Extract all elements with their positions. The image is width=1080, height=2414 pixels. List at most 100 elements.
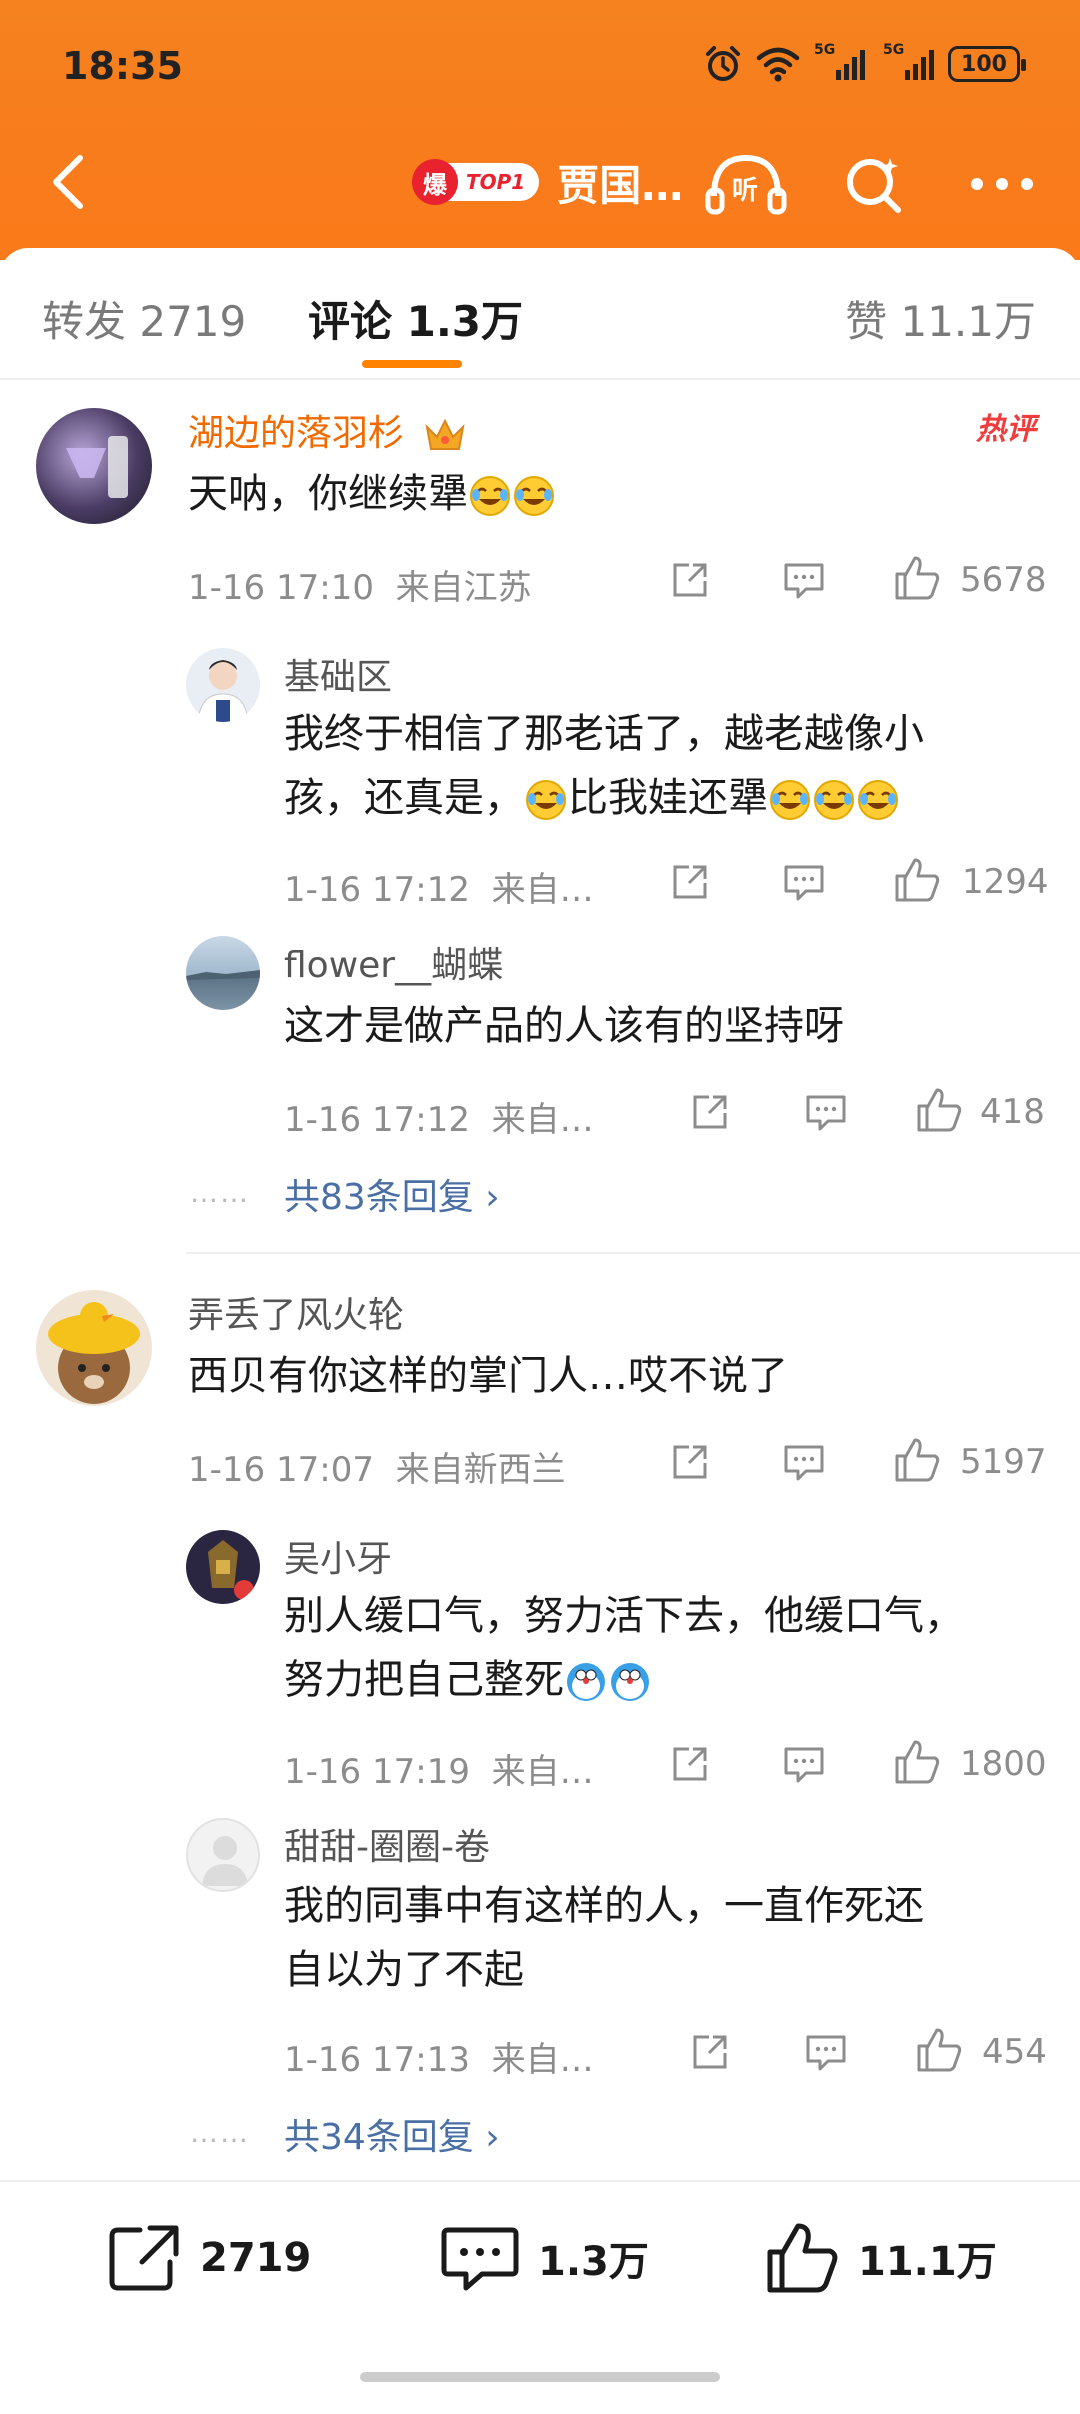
share-button[interactable] [666,1740,714,1788]
laugh-cry-emoji-icon [526,780,566,820]
tab-likes[interactable]: 赞 11.1万 [845,288,1036,349]
network-label: 5G [883,42,905,58]
reply-text-fragment: 孩，还真是， [284,775,524,821]
laugh-cry-emoji-icon [814,780,854,820]
like-count: 418 [980,1092,1045,1132]
comment-time: 1-16 17:10 [188,568,374,608]
bottom-action-bar: 2719 1.3万 11.1万 [0,2180,1080,2340]
more-replies-link[interactable]: 共83条回复 › [284,1168,500,1220]
tab-bar: 转发 2719 评论 1.3万 赞 11.1万 [0,248,1080,380]
share-button[interactable] [686,1088,734,1136]
comment-icon [806,1095,846,1131]
share-icon [693,2035,727,2069]
comment-location: 来自新西兰 [395,1450,566,1490]
reply-username[interactable]: 基础区 [284,648,392,700]
laugh-cry-emoji-icon [514,476,554,516]
reply-username[interactable]: 吴小牙 [284,1530,392,1582]
like-count: 5678 [960,560,1047,600]
thumbs-up-icon [895,1438,940,1482]
like-count: 11.1万 [858,2239,997,2285]
reply-text-line: 我的同事中有这样的人，一直作死还 [284,1883,924,1929]
nav-actions: 听 [704,152,1044,216]
like-count: 1294 [962,862,1049,902]
active-tab-indicator [362,360,462,368]
repost-button[interactable]: 2719 [106,2218,311,2298]
reply-button[interactable] [802,1088,850,1136]
avatar[interactable] [186,936,260,1010]
reply-button[interactable] [780,556,828,604]
avatar[interactable] [36,408,152,524]
like-button[interactable] [892,1736,942,1788]
comment-icon [784,1445,824,1481]
thumbs-up-icon [767,2223,838,2293]
more-replies-link[interactable]: 共34条回复 › [284,2108,500,2160]
back-button[interactable] [38,152,98,212]
doraemon-emoji-icon [611,1663,649,1701]
comment-icon [784,1747,824,1783]
tab-comments[interactable]: 评论 1.3万 [308,288,523,349]
share-button[interactable] [666,1438,714,1486]
reply-location: 来自… [491,1752,594,1792]
avatar[interactable] [186,1530,260,1604]
comment-username[interactable]: 弄丢了风火轮 [188,1286,404,1338]
wifi-icon [756,47,800,82]
reply-meta: 1-16 17:12 来自… [284,862,594,911]
share-icon [673,1747,707,1781]
comment-icon [441,2227,519,2291]
like-button[interactable]: 11.1万 [764,2218,997,2298]
thumbs-up-icon [917,2028,962,2072]
reply-button[interactable] [802,2028,850,2076]
reply-button[interactable] [780,1740,828,1788]
share-button[interactable] [666,858,714,906]
reply-text: 这才是做产品的人该有的坚持呀 [284,1003,844,1049]
home-indicator[interactable] [360,2372,720,2382]
avatar[interactable] [186,648,260,722]
like-button[interactable] [892,552,942,604]
listen-button[interactable]: 听 [704,152,788,216]
comment-time: 1-16 17:07 [188,1450,374,1490]
comment-text: 天呐，你继续犟 [188,462,556,526]
comment-text-content: 天呐，你继续犟 [188,471,468,517]
more-button[interactable] [960,152,1044,216]
topic-title[interactable]: 爆 TOP1 贾国… [412,154,683,210]
status-icons: 5G 5G 100 [704,42,1026,84]
status-bar: 18:35 5G 5G 100 [0,0,1080,130]
like-button[interactable] [914,2024,964,2076]
avatar[interactable] [36,1290,152,1406]
reply-button[interactable] [780,858,828,906]
share-button[interactable] [666,556,714,604]
reply-meta: 1-16 17:13 来自… [284,2032,594,2081]
reply-button[interactable] [780,1438,828,1486]
like-button[interactable] [892,854,942,906]
comment-count: 1.3万 [538,2239,649,2285]
alarm-icon [706,46,740,81]
tab-repost[interactable]: 转发 2719 [42,288,246,349]
search-button[interactable] [832,152,916,216]
divider [186,1252,1080,1254]
comment-username[interactable]: 湖边的落羽杉 [188,404,467,456]
reply-location: 来自… [491,2040,594,2080]
status-time: 18:35 [62,44,183,88]
hot-badge-char: 爆 [412,159,458,205]
avatar[interactable] [186,1818,260,1892]
reply-text-line: 别人缓口气，努力活下去，他缓口气， [284,1593,964,1639]
reply-location: 来自… [491,870,594,910]
chevron-left-icon [53,155,83,209]
reply-time: 1-16 17:12 [284,870,470,910]
hot-comment-badge: 热评 [976,412,1036,447]
more-replies-dots: …… [190,2116,250,2149]
reply-meta: 1-16 17:19 来自… [284,1744,594,1793]
share-button[interactable] [686,2028,734,2076]
battery-icon: 100 [948,46,1026,82]
like-button[interactable] [892,1434,942,1486]
search-icon [847,158,901,213]
reply-text: 别人缓口气，努力活下去，他缓口气， 努力把自己整死 [284,1584,1044,1712]
comment-meta: 1-16 17:07 来自新西兰 [188,1442,566,1491]
reply-text: 我的同事中有这样的人，一直作死还 自以为了不起 [284,1874,1024,2002]
comment-button[interactable]: 1.3万 [440,2218,649,2298]
share-icon [673,1445,707,1479]
reply-username[interactable]: 甜甜-圈圈-卷 [284,1818,490,1870]
comment-location: 来自江苏 [395,568,532,608]
like-button[interactable] [914,1084,964,1136]
reply-username[interactable]: flower__蝴蝶 [284,936,503,988]
